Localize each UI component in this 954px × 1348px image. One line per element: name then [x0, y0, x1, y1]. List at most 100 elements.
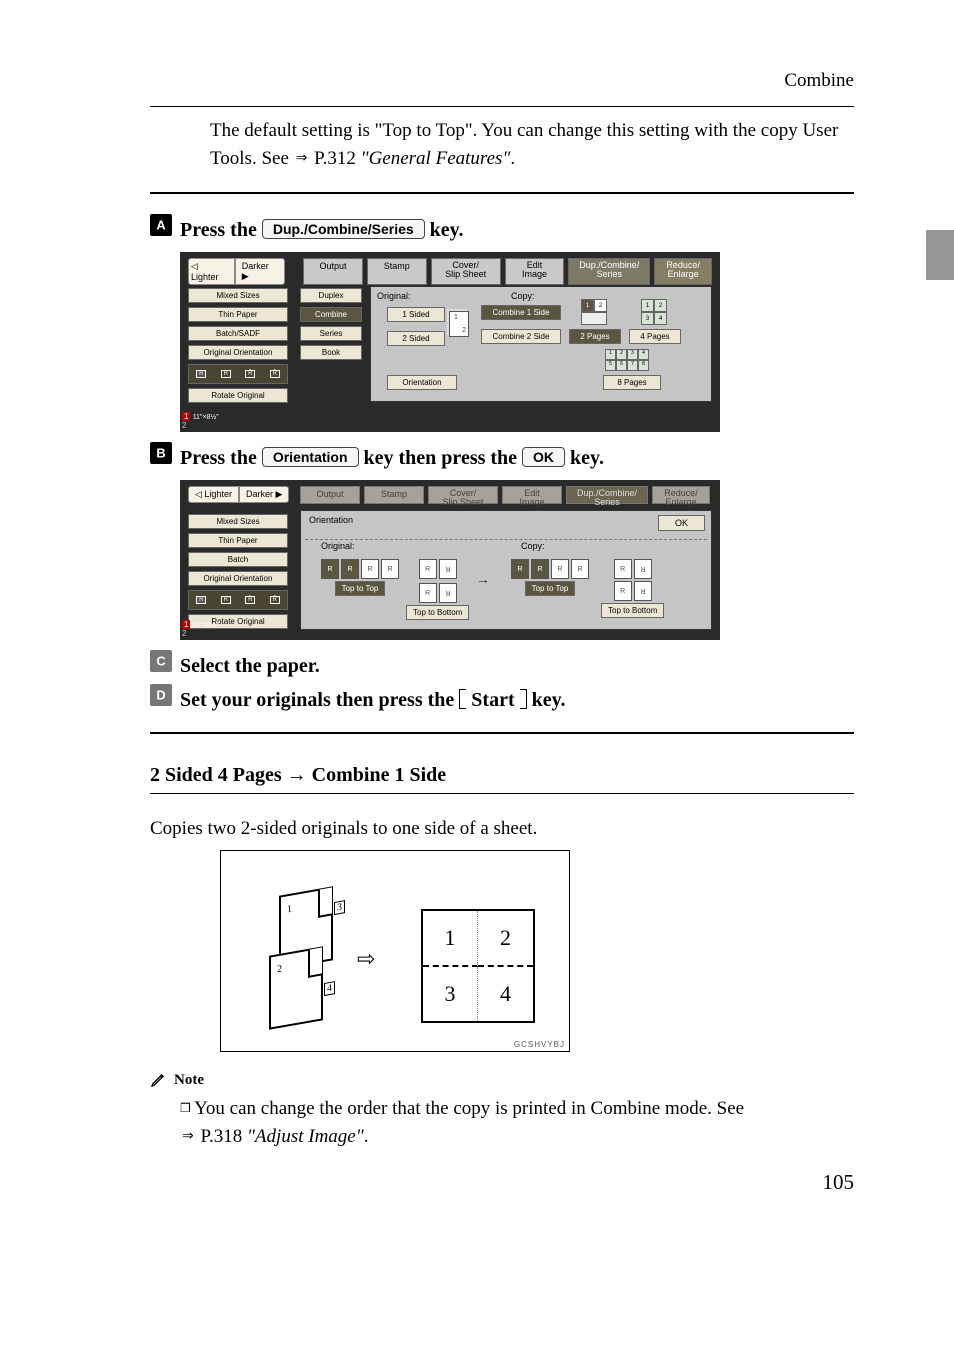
label-original-2: Original: — [321, 541, 355, 551]
step-d-text: Set your originals then press the Start … — [180, 689, 566, 712]
tab2-edit: Edit Image — [502, 486, 562, 504]
note-text-c: . — [364, 1126, 369, 1147]
btn-orientation[interactable]: Orientation — [387, 375, 457, 390]
copy-top-to-bottom-btn[interactable]: Top to Bottom — [601, 603, 664, 618]
fig-label-4: 4 — [324, 981, 335, 996]
step-b-badge: B — [150, 442, 172, 464]
btn-4pages[interactable]: 4 Pages — [629, 329, 681, 344]
figure-original-sheet-2: 2 4 — [269, 946, 323, 1030]
screenshot-1: ◁ Lighter Darker ▶ Output Stamp Cover/ S… — [180, 252, 720, 432]
label-copy-2: Copy: — [521, 541, 545, 551]
note-text-b: P.318 — [200, 1126, 246, 1147]
btn-2pages[interactable]: 2 Pages — [569, 329, 621, 344]
step-a-pre: Press the — [180, 219, 262, 241]
btn-batch-sadf[interactable]: Batch/SADF — [188, 326, 288, 341]
btn2-orig[interactable]: Original Orientation — [188, 571, 288, 586]
tab2-dcs: Dup./Combine/ Series — [566, 486, 648, 504]
step-b-row: B Press the Orientation key then press t… — [150, 442, 854, 470]
top-note-text-c: . — [510, 148, 515, 169]
tab-edit[interactable]: Edit Image — [505, 258, 565, 285]
dup-combine-series-button-token: Dup./Combine/Series — [262, 219, 425, 239]
figure-code: GCSHVYBJ — [514, 1040, 565, 1049]
tray-extra: 2 — [182, 421, 186, 430]
lighter-darker-group[interactable]: ◁ Lighter Darker ▶ — [188, 258, 285, 285]
btn-book[interactable]: Book — [300, 345, 362, 360]
tab-stamp[interactable]: Stamp — [367, 258, 427, 285]
btn-2sided[interactable]: 2 Sided — [387, 331, 445, 346]
btn-rotate-original[interactable]: Rotate Original — [188, 388, 288, 403]
tray-indicator: 1 11"×8½" 2 — [182, 412, 219, 430]
tab-dup-combine[interactable]: Dup./Combine/ Series — [568, 258, 650, 285]
svg-text:D: D — [156, 688, 165, 703]
svg-text:C: C — [156, 654, 165, 669]
arrow-icon: → — [476, 571, 490, 587]
step-d-post: key. — [527, 689, 566, 711]
top-note-italic: "General Features" — [361, 148, 511, 169]
page-section-header: Combine — [150, 70, 854, 92]
ok-button-token: OK — [522, 447, 565, 467]
btn-8pages[interactable]: 8 Pages — [603, 375, 661, 390]
tray-size-2: 11"×8½" — [193, 622, 219, 629]
tab2-cover: Cover/ Slip Sheet — [428, 486, 498, 504]
btn-combine-2side[interactable]: Combine 2 Side — [481, 329, 561, 344]
label-original: Original: — [377, 291, 411, 301]
btn-orig-orient[interactable]: Original Orientation — [188, 345, 288, 360]
tray-size: 11"×8½" — [193, 414, 219, 421]
index-tab — [926, 230, 954, 280]
tab2-output: Output — [300, 486, 360, 504]
top-note-text-b: P.312 — [309, 148, 360, 169]
btn-1sided[interactable]: 1 Sided — [387, 307, 445, 322]
orientation-icon-selector[interactable]: R R R̂ R̂ — [188, 364, 288, 384]
step-a-badge: A — [150, 214, 172, 236]
lighter-darker-group-2[interactable]: ◁ Lighter Darker ▶ — [188, 486, 289, 503]
tab-output[interactable]: Output — [303, 258, 363, 285]
note-block: Note ❒ You can change the order that the… — [150, 1072, 854, 1150]
combine-options-panel: Original: Copy: 1 Sided 2 Sided 12 Combi… — [370, 286, 712, 402]
section-heading: 2 Sided 4 Pages → Combine 1 Side — [150, 764, 854, 787]
page-number: 105 — [150, 1150, 854, 1195]
tab-cover[interactable]: Cover/ Slip Sheet — [431, 258, 501, 285]
step-a-post: key. — [425, 219, 464, 241]
lighter-btn[interactable]: Lighter — [191, 272, 219, 282]
btn-thin-paper[interactable]: Thin Paper — [188, 307, 288, 322]
darker-btn-2[interactable]: Darker — [246, 489, 273, 499]
tray-num: 1 — [182, 412, 190, 421]
btn-combine[interactable]: Combine — [300, 307, 362, 322]
lighter-btn-2[interactable]: Lighter — [204, 489, 232, 499]
btn-mixed-sizes[interactable]: Mixed Sizes — [188, 288, 288, 303]
step-b-pre: Press the — [180, 447, 262, 469]
pencil-icon — [150, 1072, 166, 1088]
tab-reduce[interactable]: Reduce/ Enlarge — [654, 258, 712, 285]
step-c-text: Select the paper. — [180, 655, 320, 678]
darker-btn[interactable]: Darker — [242, 261, 269, 271]
svg-text:A: A — [156, 218, 165, 233]
start-key-label: Start — [471, 689, 514, 711]
ok-button[interactable]: OK — [658, 515, 705, 531]
orientation-button-token: Orientation — [262, 447, 359, 467]
btn2-batch[interactable]: Batch — [188, 552, 288, 567]
step-a-text: Press the Dup./Combine/Series key. — [180, 219, 464, 242]
btn2-mixed[interactable]: Mixed Sizes — [188, 514, 288, 529]
section-rule-bottom — [150, 732, 854, 734]
tray-indicator-2: 1 11"×8½" 2 — [182, 620, 219, 638]
step-b-text: Press the Orientation key then press the… — [180, 447, 604, 470]
tab2-reduce: Reduce/ Enlarge — [652, 486, 710, 504]
fig-out-3: 3 — [423, 967, 478, 1021]
btn-series[interactable]: Series — [300, 326, 362, 341]
step-c-row: C Select the paper. — [150, 650, 854, 678]
orig-top-to-bottom-btn[interactable]: Top to Bottom — [406, 605, 469, 620]
bracket-close-icon — [520, 689, 527, 709]
top-note: The default setting is "Top to Top". You… — [210, 117, 854, 172]
orientation-icon-selector-2[interactable]: R R R̂ R̂ — [188, 590, 288, 610]
btn-duplex[interactable]: Duplex — [300, 288, 362, 303]
btn-combine-1side[interactable]: Combine 1 Side — [481, 305, 561, 320]
btn2-thin[interactable]: Thin Paper — [188, 533, 288, 548]
fig-out-4: 4 — [478, 967, 533, 1021]
orig-top-to-top-btn[interactable]: Top to Top — [335, 581, 386, 596]
cross-ref-icon-2: ⇒ — [180, 1127, 196, 1143]
copy-top-to-top-btn[interactable]: Top to Top — [525, 581, 576, 596]
header-rule — [150, 106, 854, 107]
tab2-stamp: Stamp — [364, 486, 424, 504]
step-d-pre: Set your originals then press the — [180, 689, 459, 711]
section-underline — [150, 793, 854, 794]
